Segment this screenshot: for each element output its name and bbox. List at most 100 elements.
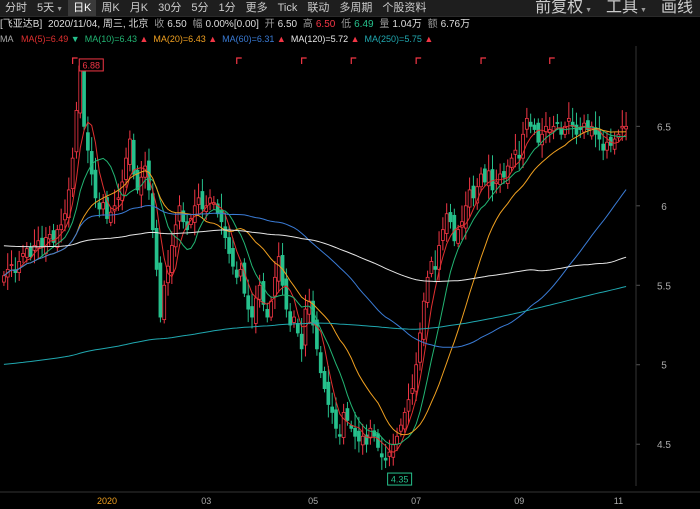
max-price-label: 6.88 — [82, 60, 100, 70]
candle-body — [231, 248, 235, 267]
candle-body — [345, 408, 350, 421]
candle-body — [120, 181, 125, 201]
caret-down-icon: ▼ — [640, 7, 647, 14]
candle-body — [93, 169, 98, 199]
candle-body — [536, 122, 541, 143]
candle-body — [368, 427, 373, 439]
candle-body — [124, 157, 128, 180]
high-value: 6.50 — [315, 19, 336, 30]
candle-body — [387, 451, 392, 457]
tab-11[interactable]: 多周期 — [334, 0, 377, 16]
candle-body — [24, 248, 29, 258]
candle-body — [223, 226, 228, 238]
tab-6[interactable]: 5分 — [186, 0, 213, 16]
tab-1[interactable]: 5天 ▼ — [32, 0, 68, 16]
candle-body — [532, 124, 537, 130]
high-label: 高 — [302, 19, 313, 30]
candle-body — [238, 268, 243, 277]
candle-body — [357, 430, 361, 442]
tab-0[interactable]: 分时 — [0, 0, 32, 16]
candle-body — [391, 443, 396, 458]
candle-body — [330, 406, 335, 413]
ma-legend-item-3: MA(60)=6.31 ▲ — [222, 34, 286, 44]
candle-body — [414, 364, 419, 392]
x-tick-label: 09 — [514, 496, 524, 506]
candle-body — [402, 412, 407, 430]
arrow-down-icon: ▼ — [70, 34, 80, 44]
candle-body — [288, 311, 293, 326]
candle-body — [337, 434, 342, 437]
candle-body — [421, 300, 426, 340]
candle-body — [452, 214, 457, 242]
candle-body — [471, 185, 476, 199]
toolbar-right-menu: 前复权 ▼ 工具 ▼ 画线 — [528, 0, 700, 16]
tab-3[interactable]: 周K — [96, 0, 124, 16]
candle-body — [318, 352, 323, 374]
volume-value: 1.04万 — [392, 19, 422, 30]
candle-body — [78, 65, 83, 114]
y-tick-label: 5.5 — [657, 281, 671, 292]
tab-7[interactable]: 1分 — [213, 0, 240, 16]
open-value: 6.50 — [277, 19, 298, 30]
ma-legend-bar: MA MA(5)=6.49 ▼ MA(10)=6.43 ▲ MA(20)=6.43 … — [0, 33, 700, 45]
candle-body — [177, 205, 182, 222]
tab-10[interactable]: 联动 — [302, 0, 334, 16]
candle-body — [108, 211, 113, 223]
tab-2[interactable]: 日K — [68, 0, 97, 16]
low-label: 低 — [341, 19, 352, 30]
candle-body — [21, 253, 25, 257]
candlestick-chart[interactable]: 6.5 6 5.5 5 4.5 2020 03 05 07 09 11 6.88 4.35 — [0, 46, 700, 509]
close-label: 收 — [154, 19, 165, 30]
candle-body — [360, 435, 365, 446]
tab-9[interactable]: Tick — [273, 0, 303, 16]
candle-body — [517, 154, 522, 159]
y-tick-label: 5 — [661, 361, 667, 372]
quote-info-bar: [飞亚达B] 2020/11/04, 周三, 北京 收 6.50 幅 0.00%[0… — [0, 17, 700, 33]
candle-body — [624, 125, 628, 130]
candle-body — [227, 237, 231, 254]
arrow-up-icon: ▲ — [139, 34, 149, 44]
candle-body — [456, 229, 460, 244]
tab-12[interactable]: 个股资料 — [377, 0, 431, 16]
arrow-up-icon: ▲ — [208, 34, 218, 44]
candle-body — [63, 213, 67, 221]
candle-body — [47, 234, 52, 240]
candle-body — [494, 181, 499, 184]
candle-body — [555, 122, 560, 124]
candle-body — [601, 143, 606, 151]
ma-legend-item-4: MA(120)=5.72 ▲ — [290, 34, 360, 44]
candle-body — [467, 189, 472, 208]
amount-value: 6.76万 — [440, 19, 471, 30]
candle-body — [322, 371, 327, 389]
candle-body — [406, 399, 411, 412]
candle-body — [620, 125, 625, 129]
candle-body — [257, 284, 262, 300]
candle-body — [429, 261, 434, 274]
candle-body — [250, 306, 254, 318]
candle-body — [479, 173, 483, 188]
candle-body — [315, 319, 319, 350]
ma-label: MA — [0, 34, 14, 44]
candle-body — [292, 316, 296, 323]
right-menu-item-2[interactable]: 画线 — [654, 0, 700, 16]
right-menu-item-0[interactable]: 前复权 ▼ — [528, 0, 599, 16]
volume-label: 量 — [379, 19, 390, 30]
candle-body — [395, 435, 399, 445]
candle-body — [284, 278, 289, 310]
amount-label: 额 — [427, 19, 438, 30]
candle-body — [150, 193, 155, 231]
arrow-up-icon: ▲ — [424, 34, 434, 44]
right-menu-item-1[interactable]: 工具 ▼ — [599, 0, 654, 16]
tab-4[interactable]: 月K — [125, 0, 153, 16]
candle-body — [483, 168, 487, 183]
tab-5[interactable]: 30分 — [153, 0, 186, 16]
candle-body — [299, 333, 304, 350]
candle-body — [131, 139, 136, 175]
y-tick-label: 6 — [661, 202, 667, 213]
min-price-label: 4.35 — [391, 475, 409, 485]
y-tick-label: 6.5 — [657, 122, 671, 133]
candle-body — [219, 209, 224, 223]
tab-8[interactable]: 更多 — [241, 0, 273, 16]
close-value: 6.50 — [167, 19, 187, 30]
candle-body — [490, 169, 495, 191]
